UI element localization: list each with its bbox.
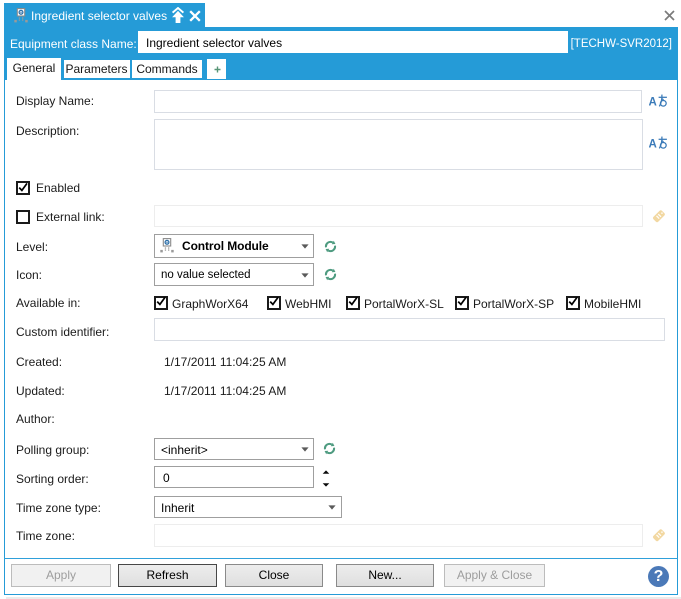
svg-text:A: A: [649, 139, 657, 151]
svg-text:A: A: [649, 97, 657, 109]
